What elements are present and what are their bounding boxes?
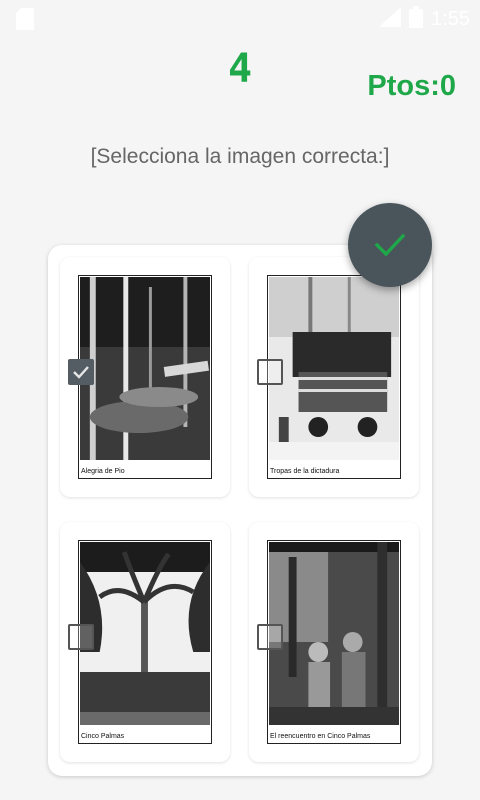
reunion-photo xyxy=(269,542,399,725)
palm-trees-photo xyxy=(80,542,210,725)
option-tile-4[interactable]: El reencuentro en Cinco Palmas xyxy=(249,522,419,762)
option-photo-4: El reencuentro en Cinco Palmas xyxy=(267,540,401,744)
option-caption-3: Cinco Palmas xyxy=(81,733,125,740)
battery-icon xyxy=(409,6,424,33)
status-bar: 1:55 xyxy=(0,0,480,38)
check-mark-icon xyxy=(73,366,89,379)
option-tile-2[interactable]: Tropas de la dictadura xyxy=(249,257,419,497)
option-caption-1: Alegria de Pio xyxy=(81,468,125,475)
forest-photo xyxy=(80,277,210,460)
confirm-button[interactable] xyxy=(348,203,432,287)
question-prompt: [Selecciona la imagen correcta:] xyxy=(90,145,390,168)
sd-card-icon xyxy=(16,8,34,35)
option-caption-4: El reencuentro en Cinco Palmas xyxy=(270,733,371,740)
options-card: Alegria de Pio Tropas de la dictadura Ci… xyxy=(48,245,432,776)
score-label: Ptos:0 xyxy=(367,70,456,102)
option-checkbox-4[interactable] xyxy=(257,624,283,650)
option-photo-1: Alegria de Pio xyxy=(78,275,212,479)
status-time: 1:55 xyxy=(431,8,470,30)
check-icon xyxy=(374,233,406,257)
option-photo-2: Tropas de la dictadura xyxy=(267,275,401,479)
option-caption-2: Tropas de la dictadura xyxy=(270,468,340,475)
option-tile-1[interactable]: Alegria de Pio xyxy=(60,257,230,497)
status-right: 1:55 xyxy=(379,6,470,33)
option-checkbox-1[interactable] xyxy=(68,359,94,385)
option-tile-3[interactable]: Cinco Palmas xyxy=(60,522,230,762)
option-photo-3: Cinco Palmas xyxy=(78,540,212,744)
option-checkbox-3[interactable] xyxy=(68,624,94,650)
troops-truck-photo xyxy=(269,277,399,460)
option-checkbox-2[interactable] xyxy=(257,359,283,385)
signal-icon xyxy=(379,7,402,32)
